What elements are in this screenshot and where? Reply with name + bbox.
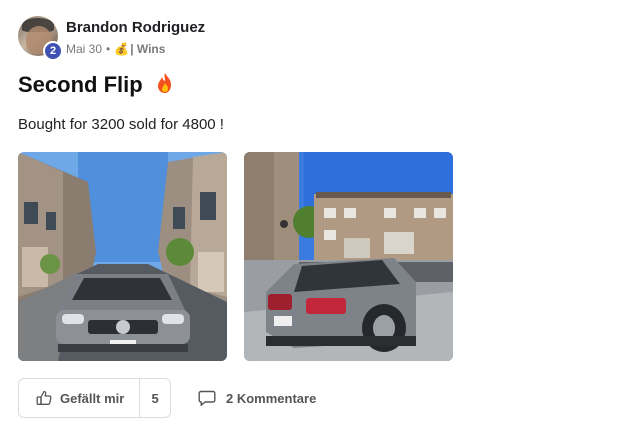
post-meta: Mai 30 • 💰 | Wins: [66, 42, 165, 56]
car-front-photo[interactable]: [18, 152, 227, 361]
post-body: Bought for 3200 sold for 4800 !: [18, 116, 224, 133]
post-header: 2 Brandon Rodriguez Mai 30 • 💰 | Wins: [18, 16, 598, 61]
comments-label: 2 Kommentare: [226, 390, 317, 406]
post-date[interactable]: Mai 30: [66, 42, 102, 56]
fire-icon: [155, 72, 175, 100]
category-label[interactable]: | Wins: [130, 42, 165, 56]
like-label: Gefällt mir: [60, 390, 125, 406]
author-name[interactable]: Brandon Rodriguez: [66, 19, 205, 36]
car-rear-photo[interactable]: [244, 152, 453, 361]
meta-separator: •: [106, 42, 111, 56]
level-badge: 2: [43, 41, 63, 61]
money-bag-icon: 💰: [114, 42, 130, 56]
comment-icon: [198, 390, 216, 406]
thumbs-up-icon: [36, 390, 52, 405]
post-title-text: Second Flip: [18, 72, 143, 97]
comments-button[interactable]: 2 Kommentare: [198, 378, 316, 418]
like-group: Gefällt mir 5: [18, 378, 171, 418]
post-actions: Gefällt mir 5 2 Kommentare: [18, 378, 598, 418]
like-count[interactable]: 5: [139, 379, 170, 417]
post-title: Second Flip: [18, 72, 175, 100]
like-button[interactable]: Gefällt mir: [19, 379, 139, 417]
